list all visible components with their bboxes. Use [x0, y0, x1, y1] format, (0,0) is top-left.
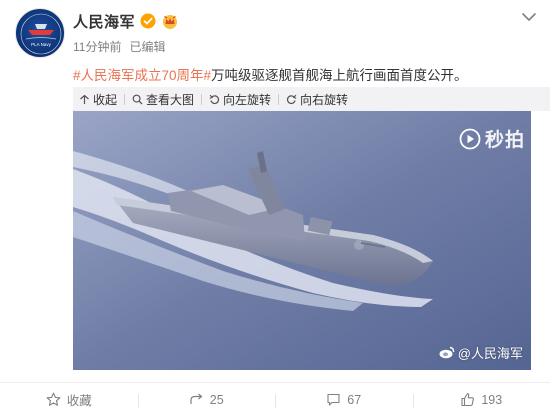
view-large-label: 查看大图 — [146, 91, 194, 108]
favorite-button[interactable]: 收藏 — [0, 390, 138, 409]
post-meta: 11分钟前 已编辑 — [73, 38, 165, 55]
favorite-label: 收藏 — [67, 390, 92, 409]
media-toolbar: 收起 查看大图 向左旋转 向右旋转 — [73, 87, 550, 111]
user-row: 人民海军 — [73, 10, 179, 32]
account-name[interactable]: 人民海军 — [73, 11, 135, 32]
comment-count: 67 — [347, 393, 361, 407]
weibo-watermark: @人民海军 — [439, 343, 523, 362]
chevron-down-icon[interactable] — [522, 11, 536, 23]
verified-badge-icon — [140, 13, 156, 29]
repost-button[interactable]: 25 — [138, 392, 276, 407]
edited-label: 已编辑 — [129, 38, 165, 55]
repost-count: 25 — [210, 393, 224, 407]
avatar-subtext: PLA Navy — [31, 42, 52, 47]
like-button[interactable]: 193 — [413, 392, 550, 407]
comment-button[interactable]: 67 — [275, 392, 413, 407]
post-text: #人民海军成立70周年#万吨级驱逐舰首舰海上航行画面首度公开。 — [73, 64, 468, 84]
weibo-post-card: PLA Navy 人民海军 11分钟前 已编辑 #人民海军成立70周年#万吨级驱… — [0, 0, 550, 415]
rotate-right-icon — [286, 94, 297, 105]
miaopai-label: 秒拍 — [485, 125, 525, 152]
repost-icon — [189, 392, 204, 407]
post-image[interactable]: 秒拍 @人民海军 — [73, 111, 531, 370]
miaopai-badge: 秒拍 — [459, 125, 525, 152]
star-icon — [46, 392, 61, 407]
crown-member-icon[interactable] — [161, 13, 179, 29]
weibo-logo-icon — [439, 346, 455, 359]
watermark-text: @人民海军 — [458, 343, 523, 362]
collapse-button[interactable]: 收起 — [73, 91, 124, 108]
rotate-left-label: 向左旋转 — [223, 91, 271, 108]
thumbs-up-icon — [460, 392, 475, 407]
rotate-right-label: 向右旋转 — [300, 91, 348, 108]
arrow-up-icon — [79, 94, 90, 105]
navy-emblem-icon: PLA Navy — [16, 9, 65, 58]
avatar[interactable]: PLA Navy — [15, 8, 65, 58]
collapse-label: 收起 — [93, 91, 117, 108]
hashtag-link[interactable]: #人民海军成立70周年# — [73, 68, 211, 83]
comment-icon — [326, 392, 341, 407]
like-count: 193 — [481, 393, 502, 407]
magnifier-icon — [132, 94, 143, 105]
rotate-right-button[interactable]: 向右旋转 — [279, 91, 355, 108]
play-icon — [459, 128, 481, 150]
rotate-left-button[interactable]: 向左旋转 — [202, 91, 278, 108]
post-body: 万吨级驱逐舰首舰海上航行画面首度公开。 — [211, 68, 468, 83]
post-time[interactable]: 11分钟前 — [73, 38, 121, 55]
rotate-left-icon — [209, 94, 220, 105]
action-bar: 收藏 25 67 193 — [0, 382, 550, 416]
view-large-button[interactable]: 查看大图 — [125, 91, 201, 108]
